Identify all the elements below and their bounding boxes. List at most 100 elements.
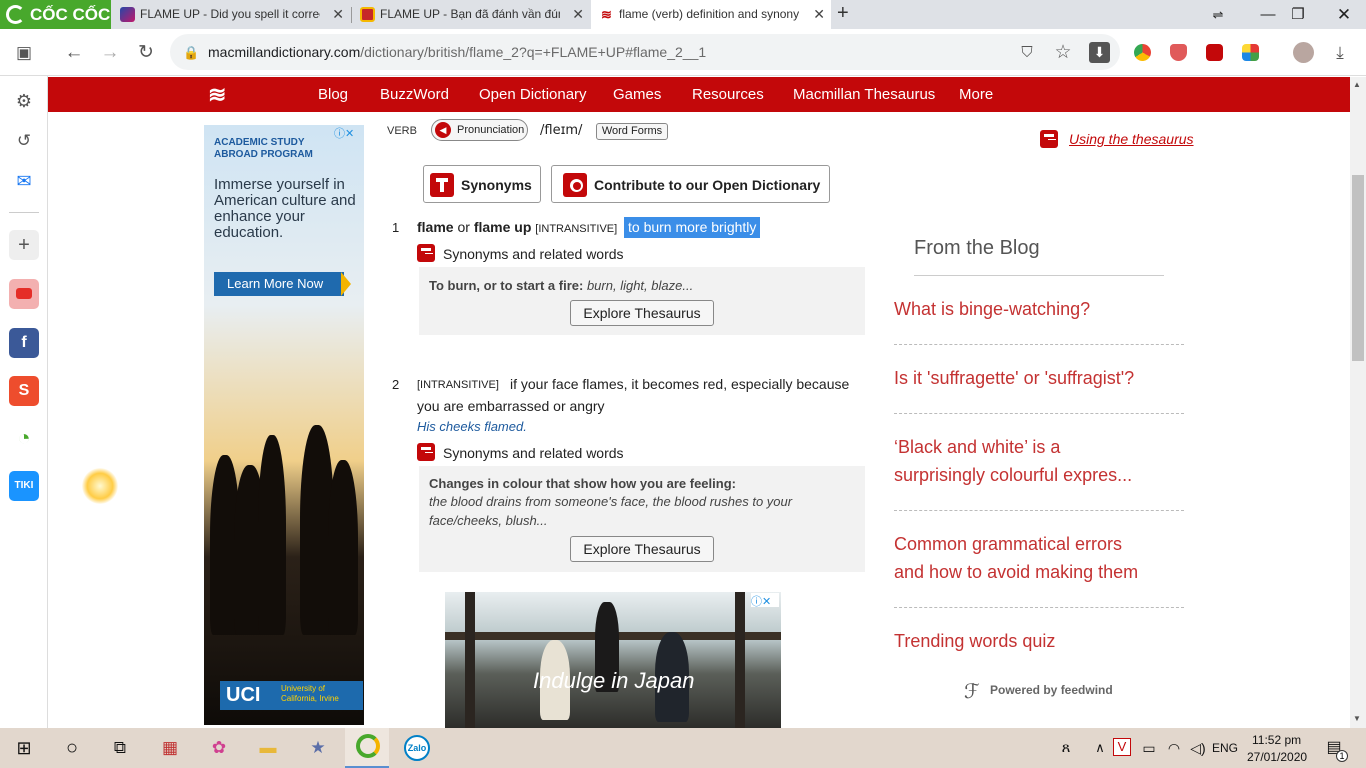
- blog-heading: From the Blog: [914, 237, 1040, 259]
- powered-by-feedwind[interactable]: Powered by feedwind: [990, 683, 1113, 697]
- uci-advertisement[interactable]: ACADEMIC STUDY ABROAD PROGRAM Immerse yo…: [204, 125, 364, 725]
- blog-link-1[interactable]: What is binge-watching?: [894, 295, 1184, 345]
- japan-advertisement[interactable]: Indulge in Japan ⓘ✕: [445, 592, 781, 728]
- thesaurus-box-1: To burn, or to start a fire: burn, light…: [419, 267, 865, 335]
- app-paint-icon[interactable]: ✿: [205, 734, 233, 762]
- synonyms-related-toggle[interactable]: Synonyms and related words: [443, 445, 624, 461]
- nav-buzzword[interactable]: BuzzWord: [380, 77, 449, 112]
- nav-games[interactable]: Games: [613, 77, 661, 112]
- coccoc-menu-button[interactable]: CỐC CỐC: [0, 0, 111, 29]
- blog-link-2[interactable]: Is it 'suffragette' or 'suffragist'?: [894, 364, 1184, 414]
- blog-link-4[interactable]: Common grammatical errors and how to avoi…: [894, 530, 1184, 608]
- messenger-icon[interactable]: ✉: [9, 166, 39, 196]
- volume-icon[interactable]: ◁): [1184, 734, 1212, 762]
- cta-arrow-icon: [341, 272, 351, 296]
- lock-icon[interactable]: 🔒: [183, 45, 199, 61]
- settings-gear-icon[interactable]: ⚙: [9, 86, 39, 116]
- facebook-icon[interactable]: f: [9, 328, 39, 358]
- tab-2[interactable]: FLAME UP - Bạn đã đánh vần đúng ✕: [352, 0, 590, 29]
- battery-icon[interactable]: ▭: [1135, 734, 1163, 762]
- shopee-icon[interactable]: S: [9, 376, 39, 406]
- ad-sunset-image: [82, 468, 118, 504]
- coccoc-logo-icon: [6, 5, 25, 24]
- close-tab-icon[interactable]: ✕: [332, 0, 344, 29]
- thesaurus-box-2: Changes in colour that show how you are …: [419, 466, 865, 572]
- example-sentence: His cheeks flamed.: [417, 419, 527, 434]
- coccoc-taskbar-icon: [356, 734, 380, 758]
- close-tab-icon[interactable]: ✕: [572, 0, 584, 29]
- extension-sync-icon[interactable]: [1206, 44, 1223, 61]
- profile-avatar[interactable]: [1293, 42, 1314, 63]
- task-view-icon[interactable]: ⧉: [106, 734, 134, 762]
- explore-thesaurus-button[interactable]: Explore Thesaurus: [570, 300, 714, 326]
- forward-icon[interactable]: →: [97, 40, 123, 66]
- ipa-transcription: /fleɪm/: [540, 123, 583, 138]
- synonyms-button[interactable]: Synonyms: [423, 165, 541, 203]
- close-window-button[interactable]: ✕: [1324, 0, 1364, 29]
- scroll-up-icon[interactable]: ▲: [1353, 80, 1361, 89]
- download-video-icon[interactable]: ⬇: [1089, 42, 1110, 63]
- extension-shield-icon[interactable]: [1170, 44, 1187, 61]
- adchoices-icon[interactable]: ⓘ✕: [334, 125, 362, 140]
- extension-chrome-icon[interactable]: [1134, 44, 1151, 61]
- app-star-icon[interactable]: ★: [304, 734, 332, 762]
- back-icon[interactable]: ←: [61, 40, 87, 66]
- synonyms-related-toggle[interactable]: Synonyms and related words: [443, 246, 624, 262]
- ad-caption: Indulge in Japan: [533, 668, 695, 693]
- extension-colorful-icon[interactable]: [1242, 44, 1259, 61]
- pronunciation-button[interactable]: ◀ Pronunciation: [431, 119, 528, 141]
- file-explorer-icon[interactable]: ▬: [254, 734, 282, 762]
- part-of-speech: VERB: [387, 125, 417, 137]
- blog-link-3[interactable]: ‘Black and white’ is a surprisingly colou…: [894, 433, 1184, 511]
- sense-1-headword: flame or flame up [INTRANSITIVE]: [417, 219, 618, 235]
- add-panel-icon[interactable]: +: [9, 230, 39, 260]
- learn-more-button[interactable]: Learn More Now: [214, 272, 344, 296]
- blog-link-5[interactable]: Trending words quiz: [894, 627, 1184, 655]
- close-tab-icon[interactable]: ✕: [813, 0, 825, 29]
- sidebar-toggle-icon[interactable]: ▣: [11, 40, 37, 66]
- shield-icon[interactable]: ⛉: [1014, 40, 1040, 66]
- search-icon[interactable]: ○: [58, 734, 86, 762]
- tiki-icon[interactable]: TIKI: [9, 471, 39, 501]
- unikey-icon[interactable]: V: [1113, 738, 1131, 756]
- scrollbar-thumb[interactable]: [1352, 175, 1364, 361]
- nav-blog[interactable]: Blog: [318, 77, 348, 112]
- thesaurus-icon: [417, 443, 435, 466]
- people-icon[interactable]: ጸ: [1052, 734, 1080, 762]
- history-icon[interactable]: ↺: [9, 126, 39, 156]
- explore-thesaurus-button[interactable]: Explore Thesaurus: [570, 536, 714, 562]
- nav-more[interactable]: More: [959, 77, 993, 112]
- nav-open-dictionary[interactable]: Open Dictionary: [479, 77, 587, 112]
- nav-macmillan-thesaurus[interactable]: Macmillan Thesaurus: [793, 77, 935, 112]
- url-text[interactable]: macmillandictionary.com/dictionary/briti…: [208, 44, 706, 60]
- feedwind-logo-icon: ℱ: [964, 681, 980, 703]
- scroll-down-icon[interactable]: ▼: [1353, 714, 1361, 723]
- youtube-icon[interactable]: [9, 279, 39, 309]
- windows-start-icon[interactable]: ⊞: [10, 734, 38, 762]
- downloads-icon[interactable]: ⤓: [1327, 40, 1353, 66]
- input-language[interactable]: ENG: [1212, 741, 1238, 755]
- contribute-button[interactable]: Contribute to our Open Dictionary: [551, 165, 830, 203]
- taskbar-coccoc-active[interactable]: [345, 728, 389, 768]
- coccoc-icon[interactable]: ◔: [9, 423, 39, 453]
- sense-number: 1: [392, 220, 400, 235]
- new-tab-button[interactable]: +: [837, 2, 857, 26]
- bookmark-star-icon[interactable]: ☆: [1050, 40, 1076, 66]
- app-sticker-icon[interactable]: ▦: [156, 734, 184, 762]
- using-thesaurus-link[interactable]: Using the thesaurus: [1069, 131, 1194, 147]
- speaker-icon: ◀: [435, 122, 451, 138]
- tab-1[interactable]: FLAME UP - Did you spell it correctly ✕: [112, 0, 350, 29]
- macmillan-logo-icon[interactable]: ≋: [208, 84, 234, 106]
- tray-expand-icon[interactable]: ∧: [1086, 734, 1114, 762]
- word-forms-button[interactable]: Word Forms: [596, 123, 668, 140]
- tab-3-active[interactable]: ≋ flame (verb) definition and synonyms ✕: [591, 0, 831, 29]
- tab-search-icon[interactable]: ⇌: [1198, 0, 1238, 29]
- nav-resources[interactable]: Resources: [692, 77, 764, 112]
- sense-1-definition-selected[interactable]: to burn more brightly: [624, 217, 761, 238]
- zalo-icon[interactable]: Zalo: [404, 735, 430, 761]
- adchoices-icon[interactable]: ⓘ✕: [751, 593, 779, 608]
- clock-time[interactable]: 11:52 pm: [1252, 733, 1301, 747]
- clock-date[interactable]: 27/01/2020: [1247, 750, 1307, 764]
- reload-icon[interactable]: ↻: [133, 40, 159, 66]
- maximize-button[interactable]: ❐: [1278, 0, 1318, 29]
